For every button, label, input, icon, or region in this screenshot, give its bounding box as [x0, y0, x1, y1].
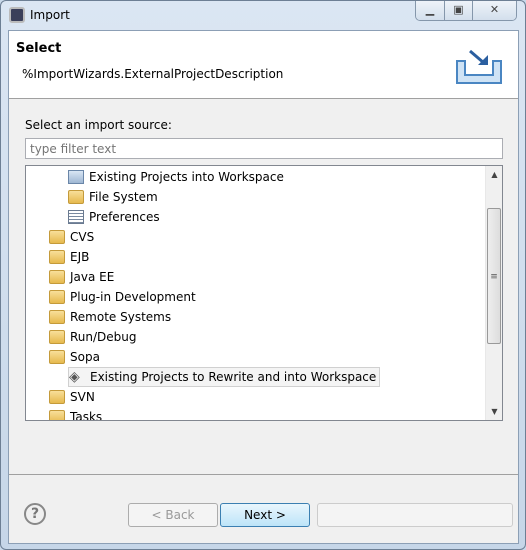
page-title: Select [16, 41, 62, 56]
maximize-button[interactable]: ▣ [444, 1, 472, 20]
folder-open-icon [49, 250, 65, 264]
tree-item[interactable]: File System [68, 187, 158, 207]
tree-item-label: Run/Debug [70, 330, 137, 344]
tree-item-label: Java EE [70, 270, 115, 284]
dialog-body: Select %ImportWizards.ExternalProjectDes… [8, 30, 519, 544]
tree-item-label: Tasks [70, 410, 103, 421]
scroll-up-button[interactable]: ▲ [486, 166, 502, 183]
tree-item[interactable]: Remote Systems [49, 307, 171, 327]
tree-item[interactable]: Tasks [49, 407, 103, 421]
tree-item[interactable]: EJB [49, 247, 89, 267]
tree-item[interactable]: ◈ Existing Projects to Rewrite and into W… [68, 367, 381, 387]
tree-item-label: EJB [70, 250, 90, 264]
folder-open-icon [49, 410, 65, 420]
folder-open-icon [49, 350, 65, 364]
folder-open-icon [49, 310, 65, 324]
tree-item-label: CVS [70, 230, 95, 244]
tree-item[interactable]: Preferences [68, 207, 160, 227]
minimize-button[interactable]: ▁ [416, 1, 444, 20]
folder-open-icon [49, 390, 65, 404]
page-description: %ImportWizards.ExternalProjectDescriptio… [22, 67, 284, 81]
project-import-icon [68, 170, 84, 184]
tree-item-label: Preferences [89, 210, 160, 224]
tree-item[interactable]: CVS [49, 227, 94, 247]
window-title: Import [30, 8, 70, 22]
import-dialog: Import ▁ ▣ ✕ Select %ImportWizards.Exter… [0, 0, 526, 550]
tree-item[interactable]: Plug-in Development [49, 287, 196, 307]
folder-open-icon [49, 270, 65, 284]
vertical-scrollbar[interactable]: ▲ ≡ ▼ [485, 166, 502, 420]
import-source-label: Select an import source: [25, 118, 172, 132]
eclipse-icon [9, 7, 25, 23]
import-wizard-icon [456, 49, 502, 84]
tree-item-label: Sopa [70, 350, 100, 364]
tree-item-label: File System [89, 190, 158, 204]
title-bar: Import ▁ ▣ ✕ [1, 1, 525, 29]
preferences-icon [68, 210, 84, 224]
tree-item[interactable]: Java EE [49, 267, 114, 287]
tree-item-label: Remote Systems [70, 310, 172, 324]
scroll-thumb[interactable]: ≡ [487, 208, 501, 344]
filter-input[interactable] [25, 138, 503, 159]
tree-item-label: Existing Projects to Rewrite and into Wo… [90, 370, 377, 384]
folder-open-icon [49, 230, 65, 244]
back-button[interactable]: < Back [128, 503, 218, 527]
folder-icon [68, 190, 84, 204]
folder-open-icon [49, 290, 65, 304]
wizard-header: Select %ImportWizards.ExternalProjectDes… [9, 31, 518, 99]
divider [9, 474, 518, 475]
next-button[interactable]: Next > [220, 503, 310, 527]
tree-item-label: SVN [70, 390, 95, 404]
tree-item-label: Plug-in Development [70, 290, 196, 304]
tree-item[interactable]: Existing Projects into Workspace [68, 167, 284, 187]
tree-item[interactable]: Run/Debug [49, 327, 137, 347]
close-button[interactable]: ✕ [472, 1, 516, 20]
sopa-wizard-icon: ◈ [69, 369, 80, 385]
folder-open-icon [49, 330, 65, 344]
scroll-down-button[interactable]: ▼ [486, 403, 502, 420]
tree-item[interactable]: Sopa [49, 347, 100, 367]
finish-button[interactable] [317, 503, 513, 527]
import-source-tree[interactable]: Tasks SVN ◈ Existing Projects to Rewrite an… [25, 165, 503, 421]
tree-item-label: Existing Projects into Workspace [89, 170, 284, 184]
help-icon[interactable]: ? [24, 503, 46, 525]
tree-item[interactable]: SVN [49, 387, 95, 407]
